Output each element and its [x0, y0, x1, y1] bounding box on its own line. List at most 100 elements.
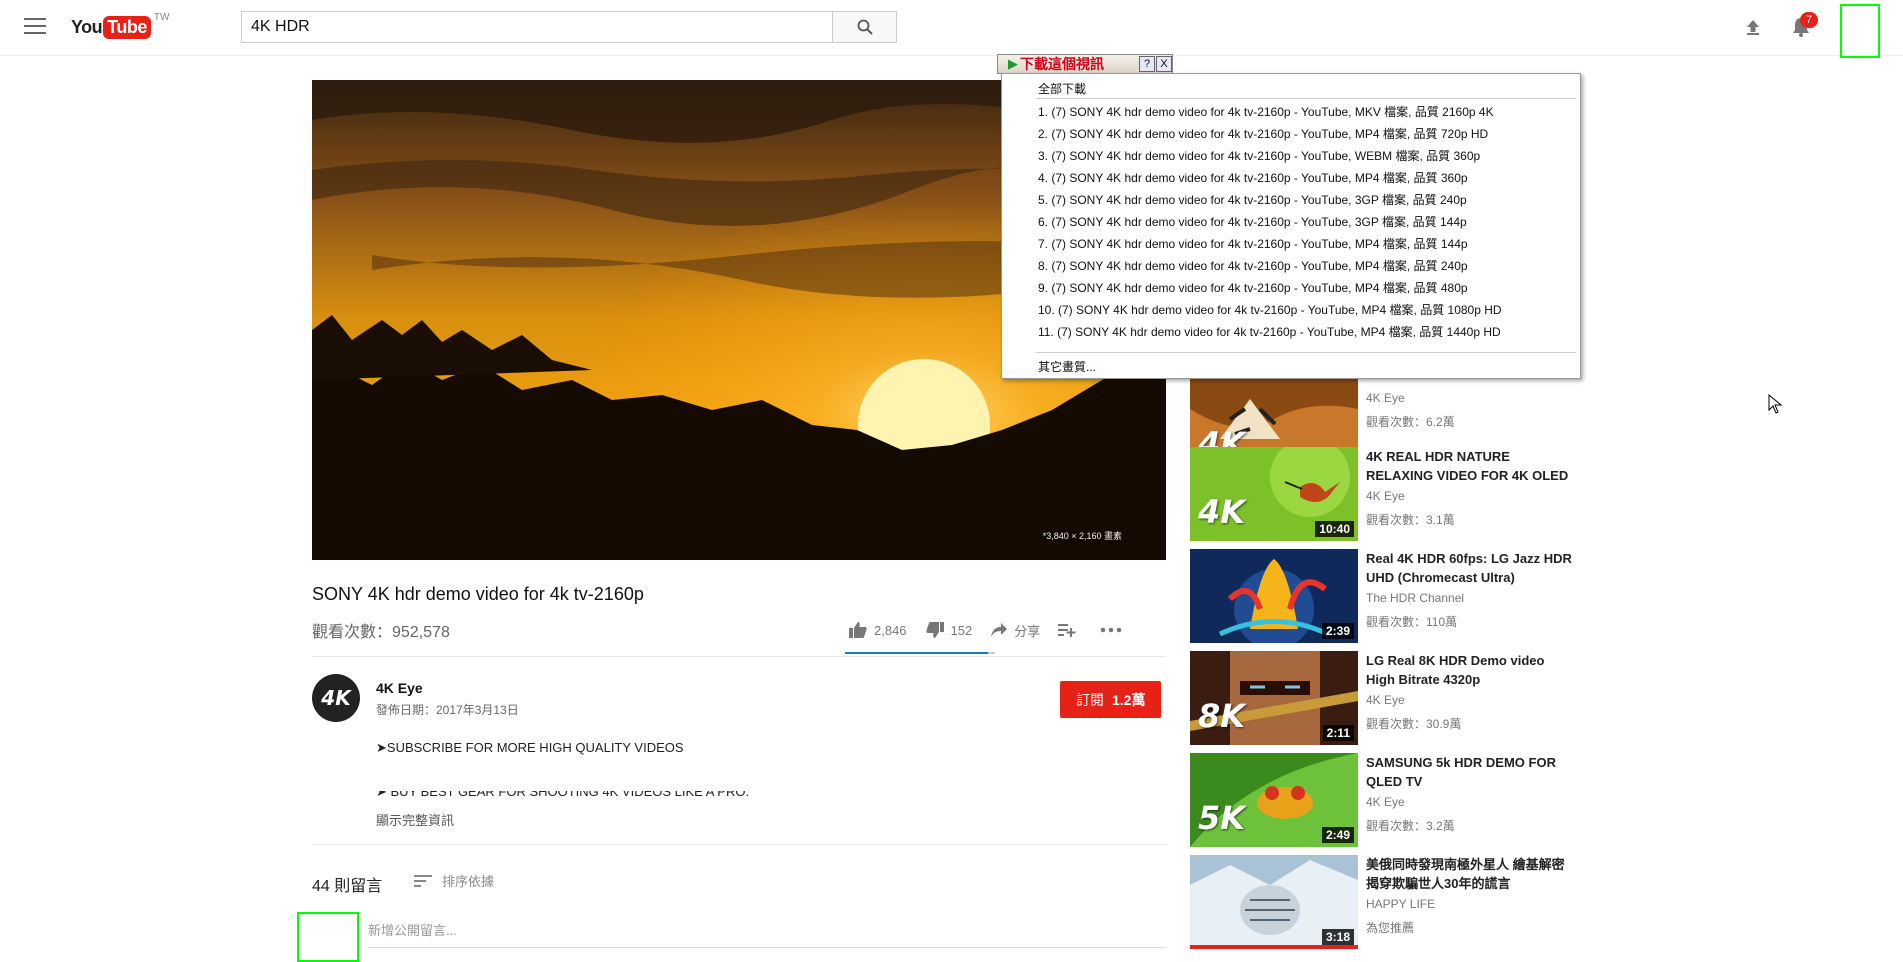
- masthead: You Tube TW 7: [0, 0, 1903, 58]
- related-video-views: 為您推薦: [1366, 921, 1415, 935]
- download-option-item[interactable]: 11. (7) SONY 4K hdr demo video for 4k tv…: [1038, 323, 1501, 340]
- related-video-channel[interactable]: The HDR Channel: [1366, 591, 1464, 605]
- related-video-views: 觀看次數：3.2萬: [1366, 819, 1455, 833]
- thumbs-down-icon: [925, 622, 944, 638]
- related-video-channel[interactable]: HAPPY LIFE: [1366, 897, 1435, 911]
- video-actions: 2,846 152 分享: [848, 618, 1146, 642]
- related-video-views: 觀看次數：110萬: [1366, 615, 1458, 629]
- related-video-views: 觀看次數：6.2萬: [1366, 415, 1455, 429]
- comment-count: 44 則留言: [312, 878, 383, 895]
- video-thumbnail[interactable]: 5K 2:49: [1190, 753, 1358, 847]
- upload-icon[interactable]: [1743, 17, 1763, 37]
- thumbs-up-icon: [849, 622, 867, 638]
- subscribe-button[interactable]: 訂閱 1.2萬: [1060, 681, 1162, 718]
- sentiment-bar-fill: [845, 652, 988, 654]
- subscriber-count: 1.2萬: [1112, 691, 1146, 708]
- show-more-button[interactable]: 顯示完整資訊: [376, 810, 454, 829]
- comment-input[interactable]: 新增公開留言...: [368, 920, 1166, 948]
- video-title: SONY 4K hdr demo video for 4k tv-2160p: [312, 584, 644, 604]
- download-option-item[interactable]: 1. (7) SONY 4K hdr demo video for 4k tv-…: [1038, 103, 1494, 120]
- download-option-item[interactable]: 8. (7) SONY 4K hdr demo video for 4k tv-…: [1038, 257, 1468, 274]
- dislike-button[interactable]: 152: [925, 621, 972, 639]
- share-label: 分享: [1014, 623, 1041, 639]
- help-button[interactable]: ?: [1139, 56, 1155, 72]
- description-line-text: ➤ BUY BEST GEAR FOR SHOOTING 4K VIDEOS L…: [376, 791, 750, 799]
- video-thumbnail[interactable]: 2:39: [1190, 549, 1358, 643]
- download-option-item[interactable]: 7. (7) SONY 4K hdr demo video for 4k tv-…: [1038, 235, 1468, 252]
- download-option-item[interactable]: 2. (7) SONY 4K hdr demo video for 4k tv-…: [1038, 125, 1488, 142]
- mouse-cursor-icon: [1768, 394, 1782, 414]
- resolution-badge: 4K: [1198, 493, 1246, 531]
- download-option-item[interactable]: 10. (7) SONY 4K hdr demo video for 4k tv…: [1038, 301, 1502, 318]
- divider: [312, 844, 1166, 845]
- add-to-playlist-button[interactable]: [1058, 623, 1082, 637]
- logo-country: TW: [153, 12, 170, 23]
- download-option-item[interactable]: 4. (7) SONY 4K hdr demo video for 4k tv-…: [1038, 169, 1468, 186]
- related-video-item[interactable]: 8K 2:11 LG Real 8K HDR Demo video High Bit…: [1190, 651, 1590, 745]
- video-thumbnail[interactable]: 3:18: [1190, 855, 1358, 949]
- download-play-icon: ▶: [1008, 56, 1018, 71]
- close-button[interactable]: X: [1156, 56, 1172, 72]
- related-video-channel[interactable]: 4K Eye: [1366, 391, 1405, 405]
- video-duration: 2:11: [1322, 725, 1354, 741]
- related-video-item[interactable]: 2:39 Real 4K HDR 60fps: LG Jazz HDR UHD (…: [1190, 549, 1590, 643]
- logo-tube: Tube: [103, 15, 151, 39]
- related-video-channel[interactable]: 4K Eye: [1366, 795, 1405, 809]
- search-button[interactable]: [833, 11, 897, 43]
- share-button[interactable]: 分享: [990, 621, 1040, 640]
- like-count: 2,846: [874, 622, 907, 638]
- description-line-truncated: ➤ BUY BEST GEAR FOR SHOOTING 4K VIDEOS L…: [376, 791, 796, 801]
- video-duration: 2:49: [1321, 827, 1354, 843]
- video-duration: 10:40: [1315, 521, 1354, 537]
- download-option-item[interactable]: 3. (7) SONY 4K hdr demo video for 4k tv-…: [1038, 147, 1480, 164]
- more-icon: [1100, 627, 1122, 633]
- search-input[interactable]: [242, 12, 832, 42]
- search-icon: [857, 19, 873, 35]
- related-video-title[interactable]: LG Real 8K HDR Demo video High Bitrate 4…: [1366, 651, 1576, 689]
- description-line: ➤SUBSCRIBE FOR MORE HIGH QUALITY VIDEOS: [376, 740, 684, 755]
- sort-label: 排序依據: [442, 874, 495, 889]
- search-box: [241, 11, 833, 43]
- video-thumbnail[interactable]: 8K 2:11: [1190, 651, 1358, 745]
- related-video-title[interactable]: 4K REAL HDR NATURE RELAXING VIDEO FOR 4K…: [1366, 447, 1576, 485]
- related-video-item[interactable]: 3:18 美俄同時發現南極外星人 繪基解密揭穿欺騙世人30年的謊言 HAPPY LI…: [1190, 855, 1590, 949]
- player-watermark: *3,840 × 2,160 畫素: [1042, 531, 1122, 541]
- youtube-logo[interactable]: You Tube TW: [71, 12, 170, 40]
- download-option-item[interactable]: 6. (7) SONY 4K hdr demo video for 4k tv-…: [1038, 213, 1467, 230]
- notification-badge: 7: [1800, 12, 1818, 28]
- sentiment-bar: [845, 652, 995, 654]
- account-avatar[interactable]: [1840, 4, 1880, 58]
- other-quality-item[interactable]: 其它畫質...: [1038, 358, 1096, 375]
- related-video-channel[interactable]: 4K Eye: [1366, 693, 1405, 707]
- related-video-title[interactable]: 美俄同時發現南極外星人 繪基解密揭穿欺騙世人30年的謊言: [1366, 855, 1576, 893]
- related-video-views: 觀看次數：3.1萬: [1366, 513, 1455, 527]
- video-duration: 3:18: [1321, 929, 1354, 945]
- menu-icon[interactable]: [24, 18, 46, 36]
- video-thumbnail[interactable]: 4K 10:40: [1190, 447, 1358, 541]
- subscribe-label: 訂閱: [1076, 691, 1104, 708]
- related-video-channel[interactable]: 4K Eye: [1366, 489, 1405, 503]
- playlist-add-icon: [1058, 624, 1076, 637]
- owner-name[interactable]: 4K Eye: [376, 680, 423, 696]
- like-button[interactable]: 2,846: [848, 621, 907, 639]
- related-video-item[interactable]: 4K 10:40 4K REAL HDR NATURE RELAXING VIDEO…: [1190, 447, 1590, 541]
- related-video-title[interactable]: SAMSUNG 5k HDR DEMO FOR QLED TV: [1366, 753, 1576, 791]
- download-title: 下載這個視訊: [1020, 56, 1104, 72]
- download-option-item[interactable]: 9. (7) SONY 4K hdr demo video for 4k tv-…: [1038, 279, 1468, 296]
- download-all-item[interactable]: 全部下載: [1038, 80, 1086, 97]
- more-actions-button[interactable]: [1100, 627, 1128, 633]
- download-menu: 全部下載 1. (7) SONY 4K hdr demo video for 4…: [1001, 73, 1581, 379]
- logo-you: You: [71, 16, 103, 37]
- menu-separator: [1036, 98, 1576, 99]
- sort-comments-button[interactable]: 排序依據: [414, 871, 494, 890]
- related-video-item[interactable]: 5K 2:49 SAMSUNG 5k HDR DEMO FOR QLED TV 4K …: [1190, 753, 1590, 847]
- owner-avatar[interactable]: 4K: [312, 674, 360, 722]
- menu-separator: [1036, 352, 1576, 353]
- download-option-item[interactable]: 5. (7) SONY 4K hdr demo video for 4k tv-…: [1038, 191, 1467, 208]
- related-video-title[interactable]: Real 4K HDR 60fps: LG Jazz HDR UHD (Chro…: [1366, 549, 1576, 587]
- divider: [312, 656, 1166, 657]
- share-icon: [991, 623, 1008, 637]
- download-toolbar[interactable]: ▶ 下載這個視訊 ? X: [997, 54, 1173, 74]
- publish-date: 發佈日期：2017年3月13日: [376, 703, 519, 717]
- related-video-views: 觀看次數：30.9萬: [1366, 717, 1462, 731]
